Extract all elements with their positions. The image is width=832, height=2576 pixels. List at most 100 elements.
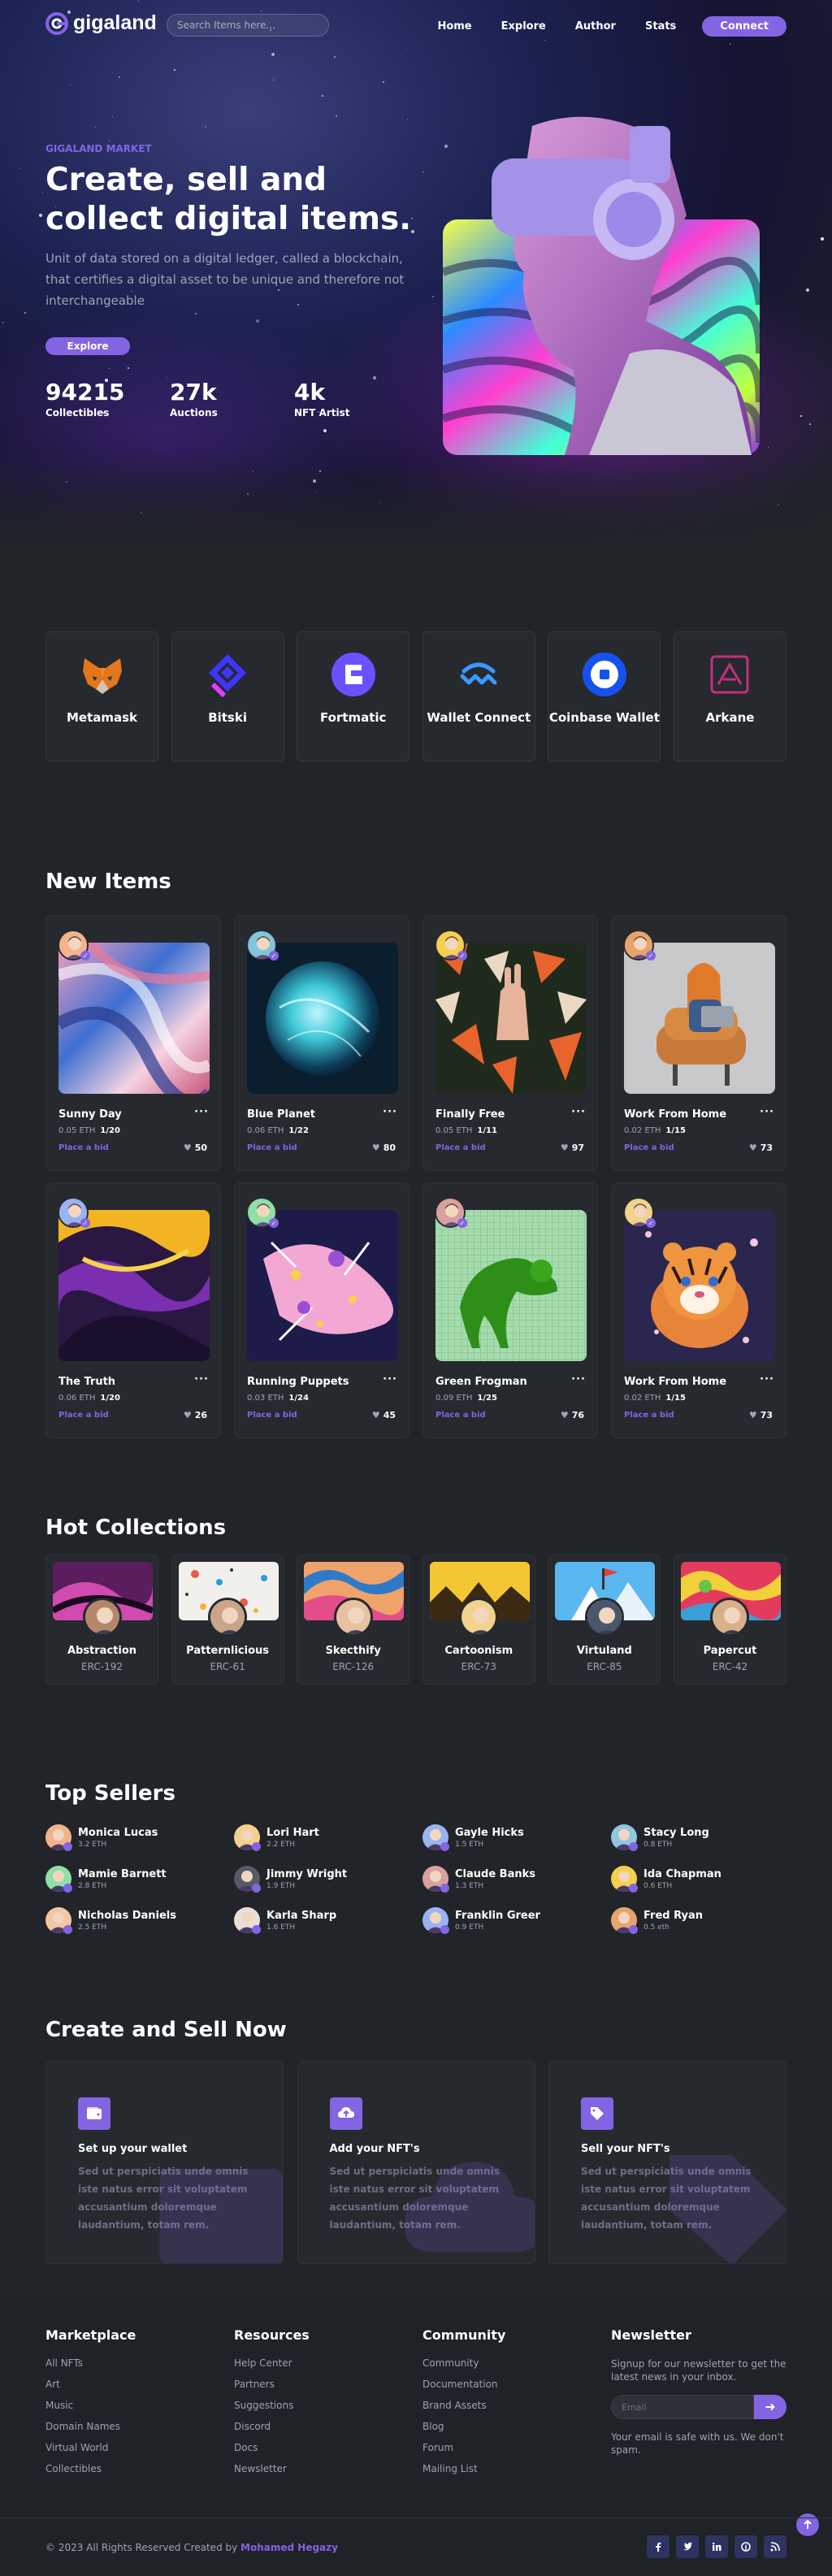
like-button[interactable]: ♥ 50 [184,1143,207,1153]
nav-link-explore[interactable]: Explore [501,20,546,33]
more-options-icon[interactable]: ··· [760,1373,774,1386]
nft-title[interactable]: Finally Free [436,1108,505,1121]
footer-link[interactable]: Discord [234,2421,310,2432]
seller-name[interactable]: Claude Banks [455,1868,535,1880]
nft-title[interactable]: The Truth [58,1376,115,1388]
nft-item-card[interactable]: ✓ The Truth ··· 0.06 ETH 1/20 Place a bid ♥ 26 [46,1182,221,1438]
nft-artwork-image[interactable] [436,943,587,1094]
like-button[interactable]: ♥ 26 [184,1410,207,1420]
seller-name[interactable]: Mamie Barnett [78,1868,167,1880]
place-bid-link[interactable]: Place a bid [436,1411,486,1420]
more-options-icon[interactable]: ··· [194,1106,209,1118]
seller-item[interactable]: Franklin Greer 0.9 ETH [422,1907,611,1934]
rss-icon[interactable] [764,2535,786,2558]
nft-item-card[interactable]: ✓ Blue Planet ··· 0.06 ETH 1/22 Place a bid ♥ 8… [234,915,410,1171]
seller-name[interactable]: Fred Ryan [644,1910,703,1922]
like-button[interactable]: ♥ 73 [749,1143,773,1153]
seller-name[interactable]: Stacy Long [644,1827,709,1839]
footer-link[interactable]: Blog [422,2421,505,2432]
nft-artwork-image[interactable] [58,1210,210,1361]
place-bid-link[interactable]: Place a bid [436,1143,486,1152]
like-button[interactable]: ♥ 80 [372,1143,396,1153]
seller-name[interactable]: Karla Sharp [266,1910,336,1922]
seller-name[interactable]: Jimmy Wright [266,1868,347,1880]
seller-name[interactable]: Ida Chapman [644,1868,722,1880]
seller-name[interactable]: Nicholas Daniels [78,1910,176,1922]
collection-avatar[interactable] [82,1598,122,1637]
connect-button[interactable]: Connect [702,16,786,37]
collection-name[interactable]: Cartoonism [423,1645,535,1657]
brand-logo[interactable]: gigaland [46,11,157,35]
wallet-card-coinbase[interactable]: Coinbase Wallet [548,631,661,761]
place-bid-link[interactable]: Place a bid [247,1411,297,1420]
collection-avatar[interactable] [710,1598,750,1637]
collection-card[interactable]: Virtuland ERC-85 [548,1555,661,1685]
footer-link[interactable]: All NFTs [46,2357,136,2369]
place-bid-link[interactable]: Place a bid [247,1143,297,1152]
footer-link[interactable]: Documentation [422,2379,505,2390]
collection-name[interactable]: Virtuland [548,1645,660,1657]
wallet-card-arkane[interactable]: Arkane [673,631,786,761]
more-options-icon[interactable]: ··· [760,1106,774,1118]
nft-artwork-image[interactable] [58,943,210,1094]
collection-name[interactable]: Patternlicious [172,1645,284,1657]
seller-item[interactable]: Monica Lucas 3.2 ETH [46,1824,234,1851]
nft-title[interactable]: Blue Planet [247,1108,315,1121]
nav-link-stats[interactable]: Stats [645,20,676,33]
nft-artwork-image[interactable] [247,1210,398,1361]
collection-avatar[interactable] [333,1598,373,1637]
footer-link[interactable]: Brand Assets [422,2400,505,2411]
search-input[interactable] [167,14,329,37]
place-bid-link[interactable]: Place a bid [624,1143,674,1152]
seller-name[interactable]: Franklin Greer [455,1910,540,1922]
seller-item[interactable]: Nicholas Daniels 2.5 ETH [46,1907,234,1934]
nft-artwork-image[interactable] [624,1210,775,1361]
linkedin-icon[interactable] [705,2535,728,2558]
wallet-card-walletconnect[interactable]: Wallet Connect [422,631,535,761]
collection-avatar[interactable] [459,1598,499,1637]
wallet-card-bitski[interactable]: Bitski [171,631,284,761]
seller-item[interactable]: Fred Ryan 0.5 eth [611,1907,800,1934]
nft-item-card[interactable]: ✓ Work From Home ··· 0.02 ETH 1/15 Place a bi… [611,915,786,1171]
place-bid-link[interactable]: Place a bid [58,1411,109,1420]
footer-link[interactable]: Community [422,2357,505,2369]
seller-item[interactable]: Jimmy Wright 1.9 ETH [234,1866,422,1893]
nft-title[interactable]: Work From Home [624,1108,726,1121]
collection-card[interactable]: Papercut ERC-42 [673,1555,786,1685]
nft-item-card[interactable]: ✓ Green Frogman ··· 0.09 ETH 1/25 Place a bid… [422,1182,598,1438]
nft-artwork-image[interactable] [624,943,775,1094]
footer-link[interactable]: Help Center [234,2357,310,2369]
newsletter-submit-button[interactable]: ➜ [754,2395,786,2419]
footer-link[interactable]: Docs [234,2442,310,2453]
more-options-icon[interactable]: ··· [194,1373,209,1386]
nft-item-card[interactable]: ✓ Sunny Day ··· 0.05 ETH 1/20 Place a bid ♥ 50 [46,915,221,1171]
nft-title[interactable]: Work From Home [624,1376,726,1388]
newsletter-email-input[interactable] [611,2395,754,2419]
seller-item[interactable]: Mamie Barnett 2.8 ETH [46,1866,234,1893]
seller-name[interactable]: Gayle Hicks [455,1827,524,1839]
nav-link-home[interactable]: Home [437,20,471,33]
place-bid-link[interactable]: Place a bid [58,1143,109,1152]
more-options-icon[interactable]: ··· [383,1106,397,1118]
like-button[interactable]: ♥ 45 [372,1410,396,1420]
footer-link[interactable]: Newsletter [234,2463,310,2474]
footer-link[interactable]: Virtual World [46,2442,136,2453]
footer-link[interactable]: Art [46,2379,136,2390]
collection-card[interactable]: Abstraction ERC-192 [46,1555,158,1685]
collection-name[interactable]: Skecthify [297,1645,409,1657]
more-options-icon[interactable]: ··· [383,1373,397,1386]
seller-item[interactable]: Claude Banks 1.3 ETH [422,1866,611,1893]
nft-item-card[interactable]: ✓ Running Puppets ··· 0.03 ETH 1/24 Place a b… [234,1182,410,1438]
more-options-icon[interactable]: ··· [571,1106,586,1118]
footer-link[interactable]: Music [46,2400,136,2411]
footer-link[interactable]: Partners [234,2379,310,2390]
like-button[interactable]: ♥ 76 [561,1410,584,1420]
place-bid-link[interactable]: Place a bid [624,1411,674,1420]
nft-item-card[interactable]: ✓ Finally Free ··· 0.05 ETH 1/11 Place a bid ♥… [422,915,598,1171]
nft-artwork-image[interactable] [247,943,398,1094]
footer-link[interactable]: Domain Names [46,2421,136,2432]
like-button[interactable]: ♥ 73 [749,1410,773,1420]
nft-title[interactable]: Green Frogman [436,1376,527,1388]
seller-item[interactable]: Ida Chapman 0.6 ETH [611,1866,800,1893]
wallet-card-fortmatic[interactable]: Fortmatic [297,631,410,761]
